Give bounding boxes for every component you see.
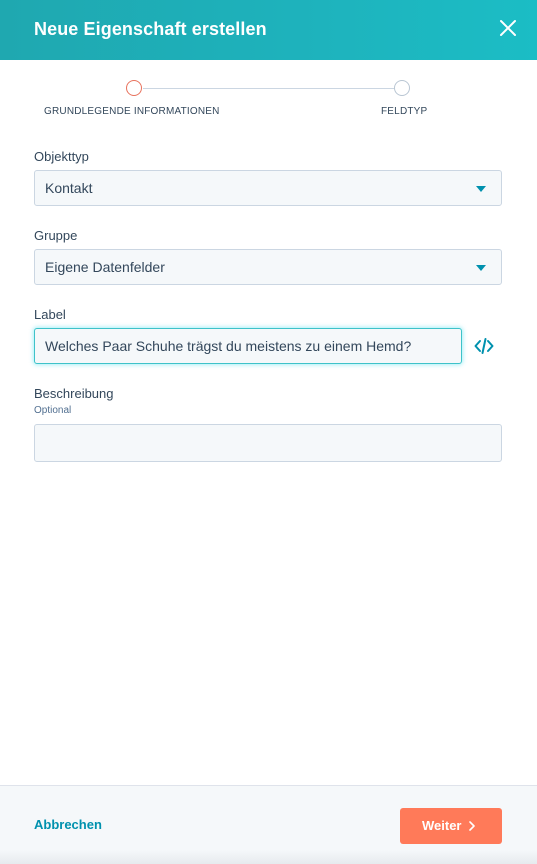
caret-down-icon <box>476 265 486 271</box>
object-type-select[interactable]: Kontakt <box>34 170 502 206</box>
description-label: Beschreibung <box>34 386 114 401</box>
next-button[interactable]: Weiter <box>400 808 502 844</box>
stepper-line <box>143 88 394 89</box>
description-optional-hint: Optional <box>34 405 72 416</box>
close-button[interactable] <box>497 17 519 39</box>
label-input[interactable] <box>34 328 462 364</box>
dialog-title: Neue Eigenschaft erstellen <box>34 19 267 39</box>
group-value: Eigene Datenfelder <box>45 259 165 275</box>
step-indicator-field-type <box>394 80 410 96</box>
object-type-label: Objekttyp <box>34 149 89 164</box>
chevron-right-icon <box>469 821 475 831</box>
step-label-field-type: FELDTYP <box>381 106 428 117</box>
code-icon <box>474 338 494 354</box>
next-button-label: Weiter <box>422 818 462 833</box>
step-indicator-basic-info <box>126 80 142 96</box>
cancel-button[interactable]: Abbrechen <box>34 817 102 832</box>
label-field-label: Label <box>34 307 66 322</box>
insert-token-button[interactable] <box>474 337 494 355</box>
dialog-footer: Abbrechen Weiter <box>0 785 537 864</box>
caret-down-icon <box>476 186 486 192</box>
dialog-header: Neue Eigenschaft erstellen <box>0 0 537 60</box>
group-select[interactable]: Eigene Datenfelder <box>34 249 502 285</box>
group-label: Gruppe <box>34 228 78 243</box>
description-textarea[interactable] <box>34 424 502 462</box>
footer-shadow <box>0 850 537 864</box>
progress-stepper: GRUNDLEGENDE INFORMATIONEN FELDTYP <box>0 60 537 130</box>
step-label-basic-info: GRUNDLEGENDE INFORMATIONEN <box>44 106 220 117</box>
close-icon <box>500 20 516 36</box>
object-type-value: Kontakt <box>45 180 93 196</box>
